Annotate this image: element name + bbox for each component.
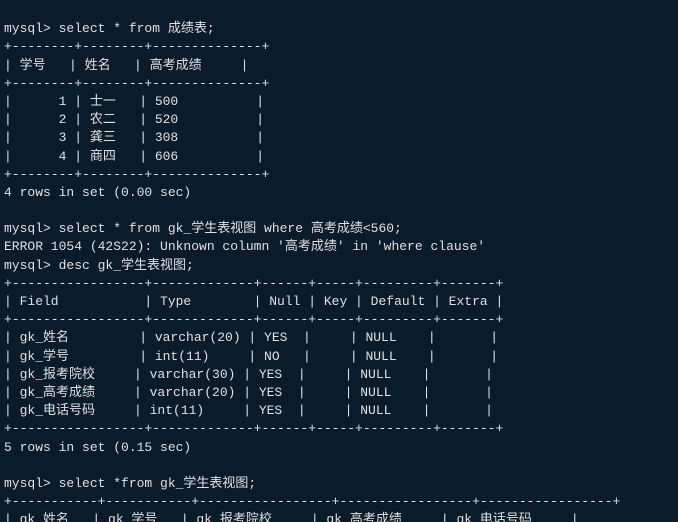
table1-row-2: | 2 | 农二 | 520 |	[4, 112, 264, 127]
table1-row-1: | 1 | 士一 | 500 |	[4, 94, 264, 109]
table2-row-2: | gk_学号 | int(11) | NO | | NULL | |	[4, 349, 498, 364]
prompt-line-3: mysql> desc gk_学生表视图;	[4, 258, 194, 273]
table1-row-4: | 4 | 商四 | 606 |	[4, 149, 264, 164]
table2-row-1: | gk_姓名 | varchar(20) | YES | | NULL | |	[4, 330, 498, 345]
table1-row-3: | 3 | 龚三 | 308 |	[4, 130, 264, 145]
table2-border-bot: +-----------------+-------------+------+…	[4, 421, 503, 436]
table2-header: | Field | Type | Null | Key | Default | …	[4, 294, 503, 309]
prompt-line-1: mysql> select * from 成绩表;	[4, 21, 215, 36]
terminal-output: mysql> select * from 成绩表; +--------+----…	[4, 20, 678, 522]
table2-row-4: | gk_高考成绩 | varchar(20) | YES | | NULL |…	[4, 385, 493, 400]
table2-border-mid: +-----------------+-------------+------+…	[4, 312, 503, 327]
error-line: ERROR 1054 (42S22): Unknown column '高考成绩…	[4, 239, 485, 254]
table1-border-top: +--------+--------+--------------+	[4, 39, 269, 54]
table1-border-mid: +--------+--------+--------------+	[4, 76, 269, 91]
result-1: 4 rows in set (0.00 sec)	[4, 185, 191, 200]
table2-border-top: +-----------------+-------------+------+…	[4, 276, 503, 291]
table2-row-5: | gk_电话号码 | int(11) | YES | | NULL | |	[4, 403, 493, 418]
table1-header: | 学号 | 姓名 | 高考成绩 |	[4, 58, 248, 73]
table1-border-bot: +--------+--------+--------------+	[4, 167, 269, 182]
table3-header: | gk_姓名 | gk_学号 | gk_报考院校 | gk_高考成绩 | gk…	[4, 512, 579, 522]
prompt-line-2: mysql> select * from gk_学生表视图 where 高考成绩…	[4, 221, 402, 236]
table2-row-3: | gk_报考院校 | varchar(30) | YES | | NULL |…	[4, 367, 493, 382]
result-2: 5 rows in set (0.15 sec)	[4, 440, 191, 455]
prompt-line-4: mysql> select *from gk_学生表视图;	[4, 476, 256, 491]
table3-border-top: +-----------+-----------+---------------…	[4, 494, 620, 509]
